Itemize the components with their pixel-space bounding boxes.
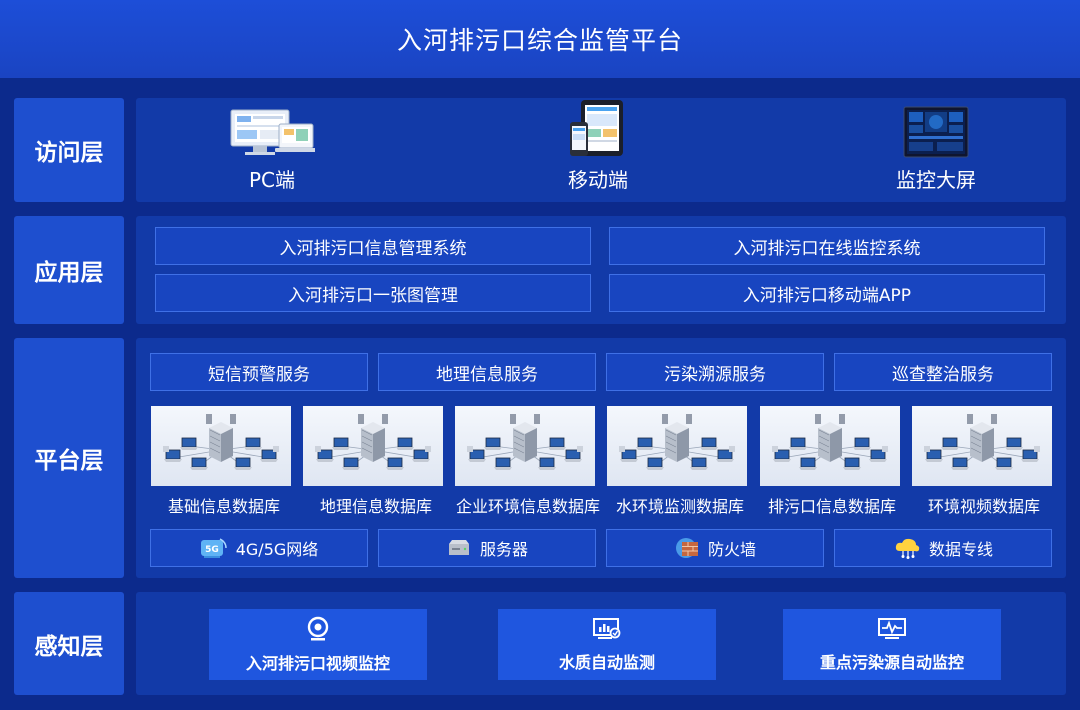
infra-label: 服务器 bbox=[479, 540, 528, 559]
infra-label: 数据专线 bbox=[928, 540, 993, 559]
infra-label: 防火墙 bbox=[707, 540, 756, 559]
app-system-label: 入河排污口信息管理系统 bbox=[279, 238, 467, 259]
sense-pollution-source[interactable]: 重点污染源自动监控 bbox=[783, 609, 1001, 680]
layer-label-text: 应用层 bbox=[34, 260, 104, 286]
app-system-one-map[interactable]: 入河排污口一张图管理 bbox=[155, 274, 591, 312]
layer-label-text: 平台层 bbox=[34, 448, 104, 474]
service-label: 短信预警服务 bbox=[208, 364, 310, 385]
sense-label: 水质自动监测 bbox=[558, 652, 655, 672]
app-system-online-monitoring[interactable]: 入河排污口在线监控系统 bbox=[609, 227, 1045, 265]
app-system-label: 入河排污口移动端APP bbox=[742, 285, 912, 306]
sense-label: 入河排污口视频监控 bbox=[245, 653, 390, 673]
access-item-pc[interactable]: PC端 bbox=[172, 98, 372, 201]
cloud-dataline-icon bbox=[895, 538, 920, 559]
db-tile-enterprise[interactable] bbox=[455, 406, 595, 486]
infra-server[interactable]: 服务器 bbox=[378, 529, 596, 567]
service-label: 巡查整治服务 bbox=[892, 364, 994, 385]
svg-text:5G: 5G bbox=[205, 545, 219, 555]
layer-label-text: 访问层 bbox=[34, 140, 104, 166]
db-label-basic: 基础信息数据库 bbox=[167, 497, 280, 516]
pc-devices-icon bbox=[230, 109, 315, 155]
db-label-geo: 地理信息数据库 bbox=[319, 497, 432, 516]
access-layer-panel: PC端 移动端 监控大屏 bbox=[136, 98, 1066, 202]
sense-video-monitoring[interactable]: 入河排污口视频监控 bbox=[209, 609, 427, 680]
sense-water-quality[interactable]: 水质自动监测 bbox=[498, 609, 716, 680]
layer-label-access: 访问层 bbox=[14, 98, 124, 202]
pulse-screen-icon bbox=[878, 617, 906, 639]
db-tile-geo[interactable] bbox=[303, 406, 443, 486]
server-icon bbox=[448, 540, 469, 555]
infra-dataline[interactable]: 数据专线 bbox=[834, 529, 1052, 567]
5g-network-icon: 5G bbox=[200, 538, 227, 558]
monitor-screen-icon bbox=[903, 106, 969, 158]
service-pollution-trace[interactable]: 污染溯源服务 bbox=[606, 353, 824, 391]
database-server-network-icon bbox=[619, 414, 735, 470]
access-item-bigscreen[interactable]: 监控大屏 bbox=[836, 98, 1036, 201]
layer-label-perception: 感知层 bbox=[14, 592, 124, 695]
service-geo-info[interactable]: 地理信息服务 bbox=[378, 353, 596, 391]
database-server-network-icon bbox=[163, 414, 279, 470]
db-tile-outfall[interactable] bbox=[760, 406, 900, 486]
access-label-pc: PC端 bbox=[248, 168, 296, 192]
access-item-mobile[interactable]: 移动端 bbox=[498, 98, 698, 201]
service-label: 地理信息服务 bbox=[436, 364, 538, 385]
db-label-enterprise: 企业环境信息数据库 bbox=[455, 497, 600, 516]
app-system-label: 入河排污口一张图管理 bbox=[288, 285, 458, 306]
db-tile-video[interactable] bbox=[912, 406, 1052, 486]
service-patrol-remediation[interactable]: 巡查整治服务 bbox=[834, 353, 1052, 391]
layer-label-platform: 平台层 bbox=[14, 338, 124, 578]
db-tile-water-monitor[interactable] bbox=[607, 406, 747, 486]
app-system-info-management[interactable]: 入河排污口信息管理系统 bbox=[155, 227, 591, 265]
db-label-video: 环境视频数据库 bbox=[927, 497, 1040, 516]
access-label-mobile: 移动端 bbox=[568, 168, 628, 192]
db-label-outfall: 排污口信息数据库 bbox=[767, 497, 896, 516]
db-label-water-monitor: 水环境监测数据库 bbox=[615, 497, 744, 516]
infra-network[interactable]: 5G 4G/5G网络 bbox=[150, 529, 368, 567]
app-system-mobile-app[interactable]: 入河排污口移动端APP bbox=[609, 274, 1045, 312]
infra-label: 4G/5G网络 bbox=[235, 540, 319, 559]
firewall-icon bbox=[675, 538, 698, 558]
access-label-bigscreen: 监控大屏 bbox=[896, 168, 976, 192]
database-server-network-icon bbox=[772, 414, 888, 470]
service-sms-alert[interactable]: 短信预警服务 bbox=[150, 353, 368, 391]
database-server-network-icon bbox=[467, 414, 583, 470]
page-header: 入河排污口综合监管平台 bbox=[0, 0, 1080, 78]
app-system-label: 入河排污口在线监控系统 bbox=[733, 238, 921, 259]
service-label: 污染溯源服务 bbox=[664, 364, 766, 385]
sense-label: 重点污染源自动监控 bbox=[819, 652, 964, 672]
camera-icon bbox=[307, 616, 329, 640]
page-title: 入河排污口综合监管平台 bbox=[396, 26, 683, 55]
tablet-phone-icon bbox=[570, 100, 623, 156]
infra-firewall[interactable]: 防火墙 bbox=[606, 529, 824, 567]
database-server-network-icon bbox=[315, 414, 431, 470]
layer-label-text: 感知层 bbox=[34, 633, 104, 660]
layer-label-application: 应用层 bbox=[14, 216, 124, 324]
database-server-network-icon bbox=[924, 414, 1040, 470]
db-tile-basic[interactable] bbox=[151, 406, 291, 486]
monitor-chart-icon bbox=[593, 617, 621, 639]
